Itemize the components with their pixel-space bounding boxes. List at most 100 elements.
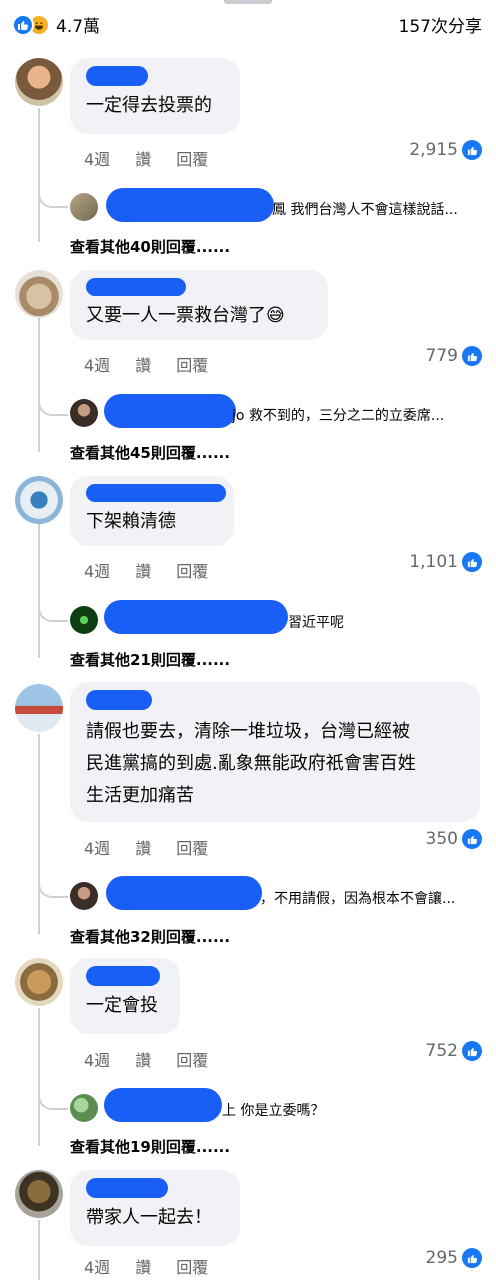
reply-preview-text[interactable]: 鳳 我們台灣人不會這樣說話...	[272, 199, 458, 219]
comment-like-count[interactable]: 350	[426, 829, 482, 849]
view-more-replies[interactable]: 查看其他40則回覆......	[70, 236, 230, 257]
thread-connector	[38, 108, 40, 242]
redacted-reply-author[interactable]	[104, 600, 288, 634]
like-action[interactable]: 讚	[135, 558, 151, 582]
like-action[interactable]: 讚	[135, 835, 151, 859]
comment-bubble: 下架賴清德	[70, 476, 234, 546]
redacted-author-name[interactable]	[86, 278, 186, 296]
redacted-reply-author[interactable]	[106, 188, 274, 222]
redacted-reply-author[interactable]	[104, 1088, 222, 1122]
reply-action[interactable]: 回覆	[176, 1254, 208, 1278]
comment-bubble: 一定得去投票的	[70, 58, 240, 134]
like-icon	[462, 829, 482, 849]
thread-connector	[38, 1008, 40, 1146]
avatar[interactable]	[15, 270, 63, 318]
reply-action[interactable]: 回覆	[176, 352, 208, 376]
like-action[interactable]: 讚	[135, 1254, 151, 1278]
reply-action[interactable]: 回覆	[176, 835, 208, 859]
reply-avatar[interactable]	[70, 606, 98, 634]
like-action[interactable]: 讚	[135, 146, 151, 170]
reply-connector	[38, 604, 68, 622]
comment-text: 一定會投	[86, 995, 158, 1016]
like-count-value: 295	[425, 1248, 458, 1268]
comment-actions: 4週 讚 回覆	[84, 1254, 233, 1278]
like-icon	[462, 1248, 482, 1268]
like-icon	[462, 346, 482, 366]
redacted-reply-author[interactable]	[106, 876, 262, 910]
comment-time[interactable]: 4週	[84, 558, 110, 582]
comment-like-count[interactable]: 1,101	[409, 552, 482, 572]
like-icon	[462, 140, 482, 160]
avatar[interactable]	[15, 58, 63, 106]
comment-text: 下架賴清德	[86, 511, 176, 532]
comment-like-count[interactable]: 752	[426, 1041, 482, 1061]
like-count-value: 779	[425, 346, 458, 366]
reaction-summary[interactable]: 4.7萬	[12, 12, 100, 37]
thread-connector	[38, 734, 40, 934]
reply-preview-text[interactable]: ，不用請假，因為根本不會讓...	[260, 888, 455, 908]
comment-bubble: 一定會投	[70, 958, 180, 1034]
reply-preview-text[interactable]: 上 你是立委嗎？	[222, 1100, 324, 1120]
reply-avatar[interactable]	[70, 399, 98, 427]
comment-text: 又要一人一票救台灣了😅	[86, 305, 285, 326]
redacted-author-name[interactable]	[86, 66, 148, 86]
comment-bubble: 請假也要去，清除一堆垃圾，台灣已經被 民進黨搞的到處.亂象無能政府祇會害百姓 生…	[70, 682, 480, 822]
reactions-bar: 4.7萬 157次分享	[0, 0, 496, 44]
redacted-author-name[interactable]	[86, 690, 152, 710]
like-count-value: 1,101	[409, 552, 458, 572]
comment-actions: 4週 讚 回覆	[84, 835, 233, 859]
thread-connector	[38, 524, 40, 658]
reaction-count: 4.7萬	[56, 17, 101, 37]
reply-connector	[38, 190, 68, 208]
like-action[interactable]: 讚	[135, 1047, 151, 1071]
comment-time[interactable]: 4週	[84, 835, 110, 859]
comment-text: 一定得去投票的	[86, 95, 212, 116]
reply-avatar[interactable]	[70, 1094, 98, 1122]
comment-actions: 4週 讚 回覆	[84, 558, 233, 582]
thread-connector	[38, 318, 40, 452]
reply-avatar[interactable]	[70, 882, 98, 910]
redacted-author-name[interactable]	[86, 484, 226, 502]
avatar[interactable]	[15, 476, 63, 524]
comment-actions: 4週 讚 回覆	[84, 146, 233, 170]
avatar[interactable]	[15, 958, 63, 1006]
comment-time[interactable]: 4週	[84, 1254, 110, 1278]
comment-bubble: 又要一人一票救台灣了😅	[70, 270, 328, 340]
comment-bubble: 帶家人一起去！	[70, 1170, 240, 1246]
redacted-author-name[interactable]	[86, 1178, 168, 1198]
share-count[interactable]: 157次分享	[399, 12, 482, 37]
comment-time[interactable]: 4週	[84, 352, 110, 376]
comment-like-count[interactable]: 2,915	[409, 140, 482, 160]
comment-time[interactable]: 4週	[84, 146, 110, 170]
reply-avatar[interactable]	[70, 193, 98, 221]
like-count-value: 350	[425, 829, 458, 849]
reply-connector	[38, 398, 68, 416]
reply-action[interactable]: 回覆	[176, 1047, 208, 1071]
view-more-replies[interactable]: 查看其他19則回覆......	[70, 1136, 230, 1157]
reply-preview-text[interactable]: 習近平呢	[288, 612, 344, 632]
thread-connector	[38, 1220, 40, 1280]
reply-action[interactable]: 回覆	[176, 558, 208, 582]
view-more-replies[interactable]: 查看其他32則回覆......	[70, 926, 230, 947]
like-count-value: 2,915	[409, 140, 458, 160]
comment-actions: 4週 讚 回覆	[84, 352, 233, 376]
avatar[interactable]	[15, 684, 63, 732]
comment-like-count[interactable]: 779	[426, 346, 482, 366]
like-action[interactable]: 讚	[135, 352, 151, 376]
comment-like-count[interactable]: 295	[426, 1248, 482, 1268]
reply-action[interactable]: 回覆	[176, 146, 208, 170]
redacted-author-name[interactable]	[86, 966, 160, 986]
avatar[interactable]	[15, 1170, 63, 1218]
redacted-reply-author[interactable]	[104, 394, 236, 428]
view-more-replies[interactable]: 查看其他21則回覆......	[70, 649, 230, 670]
comment-actions: 4週 讚 回覆	[84, 1047, 233, 1071]
reply-connector	[38, 880, 68, 898]
like-icon	[12, 13, 34, 36]
like-icon	[462, 552, 482, 572]
comment-time[interactable]: 4週	[84, 1047, 110, 1071]
comment-text: 帶家人一起去！	[86, 1207, 212, 1228]
comment-text: 請假也要去，清除一堆垃圾，台灣已經被 民進黨搞的到處.亂象無能政府祇會害百姓 生…	[86, 721, 416, 806]
like-icon	[462, 1041, 482, 1061]
reply-preview-text[interactable]: jo 救不到的，三分之二的立委席...	[232, 405, 444, 425]
view-more-replies[interactable]: 查看其他45則回覆......	[70, 442, 230, 463]
